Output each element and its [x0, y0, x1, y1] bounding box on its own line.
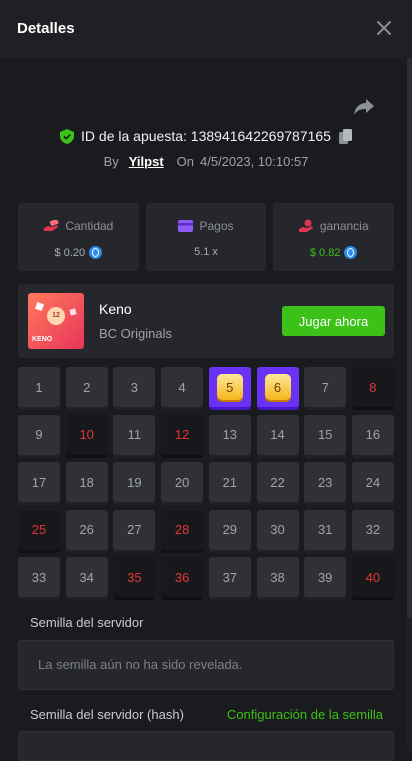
- stat-payout-label: Pagos: [199, 219, 234, 233]
- keno-number-cell[interactable]: 18: [65, 462, 108, 502]
- keno-number-cell[interactable]: 30: [256, 509, 299, 550]
- dice-icon: [69, 308, 77, 316]
- server-seed-field[interactable]: La semilla aún no ha sido revelada.: [18, 640, 394, 690]
- keno-number-cell[interactable]: 14: [256, 414, 299, 455]
- keno-number-cell[interactable]: 33: [18, 557, 60, 597]
- copy-icon[interactable]: [338, 128, 352, 144]
- keno-number-cell[interactable]: 37: [208, 557, 251, 597]
- keno-number-cell[interactable]: 2: [65, 367, 108, 407]
- keno-number-cell[interactable]: 22: [256, 462, 299, 502]
- keno-number-cell[interactable]: 21: [208, 462, 251, 502]
- game-name: Keno: [99, 301, 132, 317]
- keno-number-cell[interactable]: 6: [256, 367, 299, 407]
- keno-number-cell[interactable]: 16: [351, 414, 394, 455]
- keno-ball: 12: [47, 307, 65, 325]
- stat-profit: ganancia $ 0.82: [273, 203, 395, 271]
- keno-number-cell[interactable]: 20: [161, 462, 204, 502]
- keno-number-cell[interactable]: 4: [161, 367, 204, 407]
- bet-id-value: 138941642269787165: [190, 128, 331, 144]
- keno-number-cell[interactable]: 15: [304, 414, 347, 455]
- keno-number-cell[interactable]: 9: [18, 414, 60, 455]
- bet-id-line: ID de la apuesta: 138941642269787165: [0, 126, 412, 146]
- keno-game-thumbnail[interactable]: 12 KENO: [28, 293, 84, 349]
- keno-number-cell[interactable]: 34: [65, 557, 108, 597]
- game-card: 12 KENO Keno BC Originals Jugar ahora: [18, 284, 394, 358]
- bet-stats: Cantidad $ 0.20 Pagos 5.1 x ganancia $ 0…: [18, 203, 395, 271]
- keno-number-cell[interactable]: 8: [351, 367, 394, 407]
- stat-amount-label: Cantidad: [65, 219, 114, 233]
- stat-profit-label: ganancia: [319, 219, 369, 233]
- keno-number-cell[interactable]: 36: [161, 557, 204, 597]
- stat-profit-value: $ 0.82: [309, 246, 341, 259]
- coin-icon: [89, 246, 103, 259]
- bet-id-label: ID de la apuesta:: [81, 128, 187, 144]
- stat-amount-value: $ 0.20: [54, 246, 86, 259]
- server-seed-placeholder: La semilla aún no ha sido revelada.: [38, 657, 243, 672]
- keno-number-cell[interactable]: 39: [304, 557, 347, 597]
- by-label: By: [103, 153, 119, 169]
- stat-payout: Pagos 5.1 x: [145, 203, 267, 271]
- money-hand-icon: [44, 220, 59, 231]
- verified-shield-icon: [60, 128, 75, 144]
- keno-number-cell[interactable]: 19: [113, 462, 156, 502]
- keno-number-cell[interactable]: 17: [18, 462, 60, 502]
- keno-number-cell[interactable]: 31: [304, 509, 347, 550]
- seed-settings-link[interactable]: Configuración de la semilla: [227, 707, 383, 722]
- play-now-button[interactable]: Jugar ahora: [282, 306, 385, 336]
- keno-number-cell[interactable]: 26: [65, 509, 108, 550]
- keno-number-cell[interactable]: 7: [304, 367, 347, 407]
- stat-payout-value: 5.1 x: [194, 246, 218, 258]
- bet-date: 4/5/2023, 10:10:57: [200, 153, 309, 169]
- game-provider: BC Originals: [99, 326, 172, 341]
- keno-number-cell[interactable]: 3: [113, 367, 156, 407]
- keno-number-cell[interactable]: 40: [351, 557, 394, 597]
- keno-number-cell[interactable]: 10: [65, 414, 108, 455]
- keno-number-cell[interactable]: 27: [113, 509, 156, 550]
- profit-hand-icon: [298, 219, 313, 232]
- keno-logo-text: KENO: [32, 336, 53, 343]
- keno-number-cell[interactable]: 28: [161, 509, 204, 550]
- keno-number-cell[interactable]: 23: [304, 462, 347, 502]
- modal-header: Detalles: [0, 0, 412, 58]
- keno-number-cell[interactable]: 13: [208, 414, 251, 455]
- server-seed-hash-field[interactable]: [18, 731, 394, 761]
- coin-icon: [344, 246, 358, 259]
- hit-gem: 6: [264, 374, 291, 400]
- keno-number-cell[interactable]: 11: [113, 414, 156, 455]
- user-link[interactable]: Yilpst: [129, 154, 164, 169]
- close-icon[interactable]: [374, 18, 394, 38]
- keno-number-cell[interactable]: 1: [18, 367, 60, 407]
- bet-author-line: By Yilpst On 4/5/2023, 10:10:57: [0, 152, 412, 170]
- keno-number-cell[interactable]: 35: [113, 557, 156, 597]
- wallet-card-icon: [178, 220, 194, 232]
- modal-title: Detalles: [17, 20, 75, 37]
- server-seed-hash-label: Semilla del servidor (hash): [30, 707, 184, 722]
- keno-number-cell[interactable]: 24: [351, 462, 394, 502]
- keno-number-cell[interactable]: 12: [161, 414, 204, 455]
- keno-number-cell[interactable]: 32: [351, 509, 394, 550]
- keno-number-cell[interactable]: 5: [208, 367, 251, 407]
- keno-number-cell[interactable]: 38: [256, 557, 299, 597]
- share-icon[interactable]: [353, 98, 375, 116]
- hit-gem: 5: [216, 374, 243, 400]
- server-seed-label: Semilla del servidor: [30, 615, 144, 630]
- on-label: On: [176, 153, 194, 169]
- dice-icon: [35, 302, 44, 311]
- keno-number-cell[interactable]: 29: [208, 509, 251, 550]
- stat-amount: Cantidad $ 0.20: [18, 203, 139, 271]
- keno-number-cell[interactable]: 25: [18, 509, 60, 550]
